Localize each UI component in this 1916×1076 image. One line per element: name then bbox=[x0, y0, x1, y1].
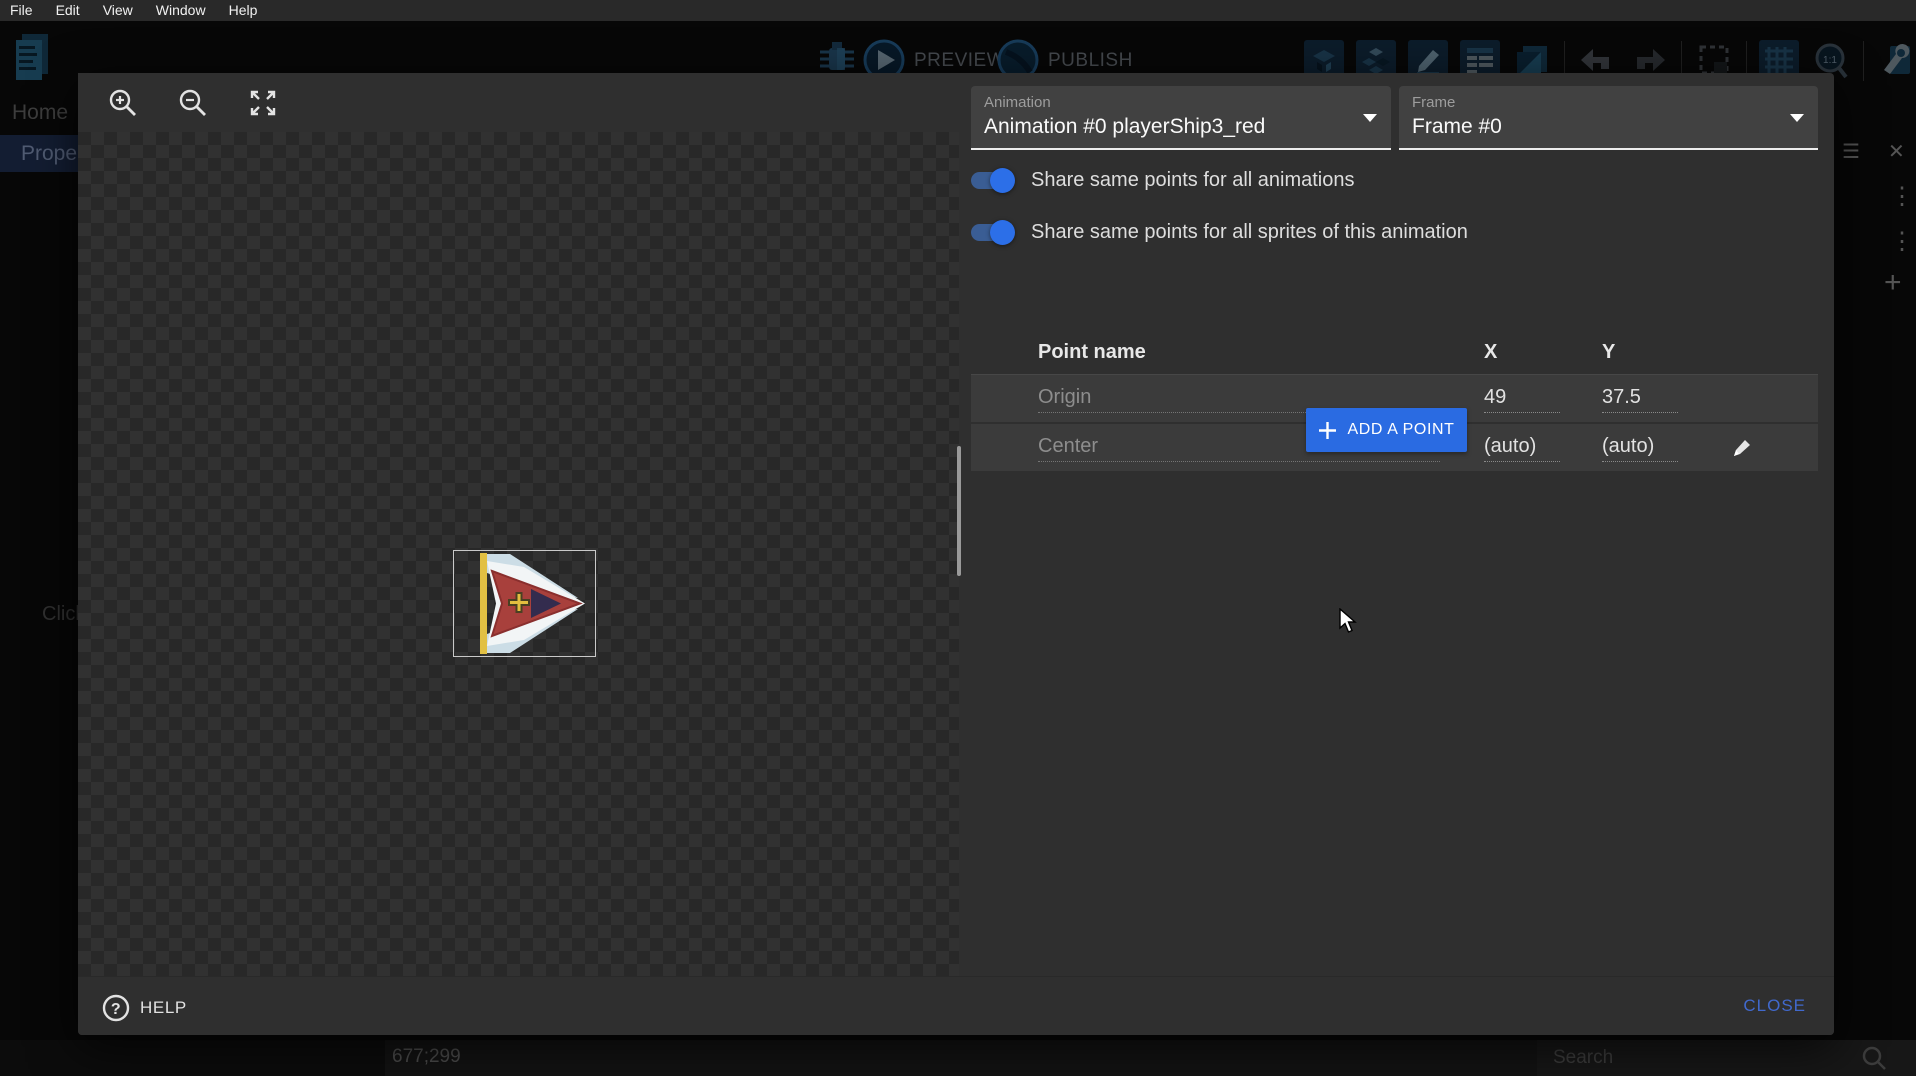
point-x-field[interactable]: 49 bbox=[1484, 386, 1560, 413]
toggle-thumb bbox=[990, 168, 1015, 193]
player-ship-sprite bbox=[454, 551, 595, 656]
question-glyph: ? bbox=[111, 1001, 121, 1018]
share-points-sprites-toggle[interactable] bbox=[971, 224, 1012, 241]
menu-view[interactable]: View bbox=[103, 0, 144, 21]
animation-select-label: Animation bbox=[984, 94, 1377, 111]
animation-select[interactable]: Animation Animation #0 playerShip3_red bbox=[971, 86, 1391, 150]
help-label: HELP bbox=[140, 998, 187, 1018]
share-points-sprites-row: Share same points for all sprites of thi… bbox=[971, 217, 1468, 247]
header-x: X bbox=[1484, 341, 1497, 364]
add-point-button[interactable]: ADD A POINT bbox=[1306, 408, 1467, 452]
dialog-footer: ? HELP CLOSE bbox=[78, 976, 1834, 1035]
point-x-field[interactable]: (auto) bbox=[1484, 435, 1560, 462]
menu-help[interactable]: Help bbox=[229, 0, 269, 21]
menu-window[interactable]: Window bbox=[156, 0, 217, 21]
share-points-animations-label: Share same points for all animations bbox=[1031, 169, 1355, 192]
add-point-label: ADD A POINT bbox=[1347, 421, 1454, 439]
plus-icon bbox=[1318, 421, 1337, 440]
mouse-cursor bbox=[1338, 608, 1360, 634]
points-table-header: Point name X Y bbox=[971, 329, 1818, 375]
frame-select-label: Frame bbox=[1412, 94, 1804, 111]
chevron-down-icon bbox=[1363, 114, 1377, 122]
share-points-animations-row: Share same points for all animations bbox=[971, 165, 1355, 195]
panel-splitter-handle[interactable] bbox=[957, 446, 961, 576]
share-points-animations-toggle[interactable] bbox=[971, 172, 1012, 189]
header-point-name: Point name bbox=[1038, 341, 1146, 364]
header-y: Y bbox=[1602, 341, 1615, 364]
menu-edit[interactable]: Edit bbox=[56, 0, 91, 21]
edit-points-dialog: Animation Animation #0 playerShip3_red F… bbox=[78, 73, 1834, 1035]
frame-select[interactable]: Frame Frame #0 bbox=[1399, 86, 1818, 150]
app-window: Home Proper Click PREVIEW bbox=[0, 0, 1916, 1076]
menu-bar: File Edit View Window Help bbox=[0, 0, 1916, 21]
toggle-thumb bbox=[990, 220, 1015, 245]
help-button[interactable]: ? HELP bbox=[94, 990, 195, 1026]
point-y-field[interactable]: 37.5 bbox=[1602, 386, 1678, 413]
sprite-canvas[interactable] bbox=[78, 132, 959, 976]
fit-to-screen-icon[interactable] bbox=[248, 88, 278, 118]
edit-point-button[interactable] bbox=[1726, 432, 1758, 464]
close-button[interactable]: CLOSE bbox=[1739, 994, 1810, 1018]
pencil-icon bbox=[1731, 437, 1753, 459]
canvas-toolbar bbox=[78, 73, 959, 132]
zoom-out-icon[interactable] bbox=[178, 88, 208, 118]
animation-select-value: Animation #0 playerShip3_red bbox=[984, 115, 1377, 139]
point-y-field[interactable]: (auto) bbox=[1602, 435, 1678, 462]
frame-select-value: Frame #0 bbox=[1412, 115, 1804, 139]
share-points-sprites-label: Share same points for all sprites of thi… bbox=[1031, 221, 1468, 244]
sprite-bounding-box[interactable] bbox=[453, 550, 596, 657]
menu-file[interactable]: File bbox=[10, 0, 44, 21]
zoom-in-icon[interactable] bbox=[108, 88, 138, 118]
help-circle-icon: ? bbox=[102, 994, 130, 1022]
chevron-down-icon bbox=[1790, 114, 1804, 122]
